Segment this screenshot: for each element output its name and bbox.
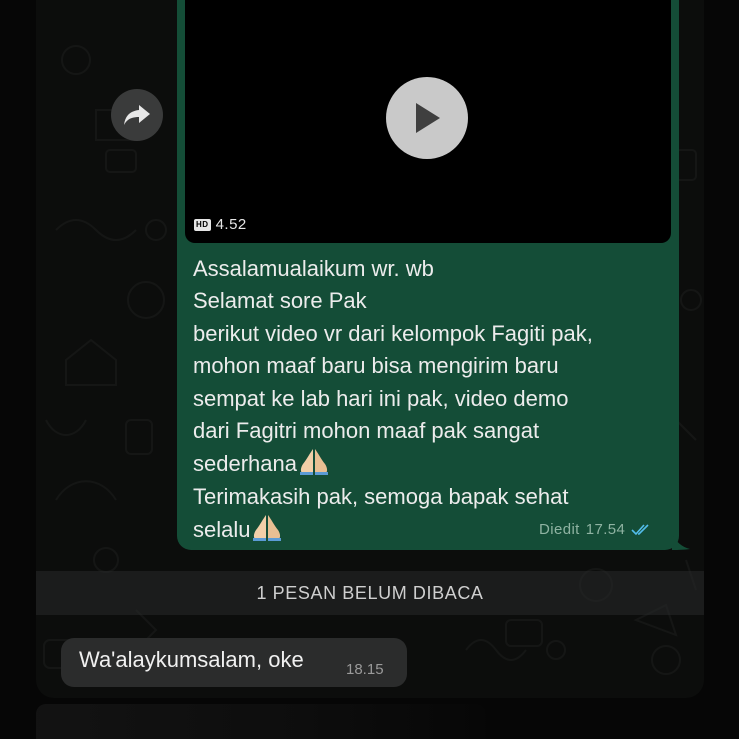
outgoing-message-meta: Diedit 17.54 [539, 521, 651, 538]
edited-label: Diedit [539, 521, 580, 538]
message-line: dari Fagitri mohon maaf pak sangat [193, 418, 540, 444]
message-line-with-emoji: sederhana [193, 447, 673, 480]
message-line: selalu [193, 517, 251, 543]
message-line: Assalamualaikum wr. wb [193, 256, 434, 281]
video-thumbnail[interactable]: HD 4.52 [185, 0, 671, 243]
forward-button[interactable] [111, 89, 163, 141]
play-icon [416, 103, 440, 133]
folded-hands-emoji-icon [253, 515, 282, 542]
message-line: Terimakasih pak, semoga bapak sehat [193, 483, 569, 509]
next-message-bubble-partial [36, 704, 486, 739]
video-duration: 4.52 [215, 216, 247, 233]
incoming-message-time: 18.15 [346, 661, 384, 678]
chat-screen: HD 4.52 Assalamualaikum wr. wb Selamat s… [0, 0, 739, 739]
play-button[interactable] [386, 77, 468, 159]
forward-arrow-icon [124, 105, 150, 125]
unread-messages-banner: 1 PESAN BELUM DIBACA [36, 571, 704, 615]
message-line: mohon maaf baru bisa mengirim baru [193, 353, 559, 379]
message-line: sederhana [193, 451, 297, 477]
message-line: berikut video vr dari kelompok Fagiti pa… [193, 320, 593, 346]
outgoing-message-text: Assalamualaikum wr. wb Selamat sore Pak … [193, 253, 673, 547]
message-line: Selamat sore Pak [193, 288, 367, 314]
hd-badge: HD [194, 218, 211, 231]
folded-hands-emoji-icon [299, 449, 328, 476]
message-line: sempat ke lab hari ini pak, video demo [193, 385, 569, 411]
double-check-read-icon [631, 523, 649, 535]
message-time: 17.54 [585, 521, 626, 538]
incoming-message-text: Wa'alaykumsalam, oke [79, 647, 304, 672]
bubble-tail [672, 534, 690, 550]
video-meta: HD 4.52 [194, 216, 247, 233]
